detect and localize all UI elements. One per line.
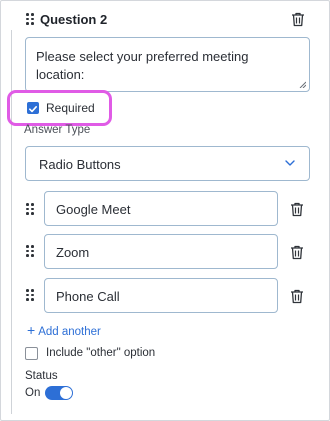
- left-divider: [11, 30, 12, 414]
- plus-icon: +: [27, 322, 36, 338]
- trash-icon[interactable]: [290, 202, 304, 217]
- toggle-knob: [60, 387, 72, 399]
- trash-icon[interactable]: [290, 245, 304, 260]
- chevron-down-icon: [285, 160, 295, 166]
- required-checkbox[interactable]: [27, 102, 39, 114]
- option-input[interactable]: Phone Call: [44, 278, 278, 313]
- trash-icon[interactable]: [290, 289, 304, 304]
- trash-icon[interactable]: [291, 12, 305, 27]
- status-label: Status: [25, 370, 58, 382]
- question-prompt-textarea[interactable]: Please select your preferred meeting loc…: [25, 37, 310, 92]
- status-value-label: On: [25, 387, 41, 399]
- answer-type-selected: Radio Buttons: [39, 157, 121, 172]
- add-another-button[interactable]: + Add another: [27, 322, 101, 338]
- resize-handle-icon[interactable]: [299, 81, 306, 88]
- required-label: Required: [46, 101, 95, 115]
- include-other-label: Include "other" option: [46, 347, 156, 359]
- drag-handle-icon[interactable]: [26, 203, 34, 215]
- checkmark-icon: [29, 106, 37, 113]
- option-input[interactable]: Zoom: [44, 234, 278, 269]
- drag-handle-icon[interactable]: [26, 13, 34, 25]
- include-other-checkbox[interactable]: [25, 347, 38, 360]
- status-toggle[interactable]: [45, 386, 73, 400]
- drag-handle-icon[interactable]: [26, 289, 34, 301]
- drag-handle-icon[interactable]: [26, 245, 34, 257]
- question-title: Question 2: [40, 12, 108, 27]
- question-prompt-text: Please select your preferred meeting loc…: [36, 49, 249, 82]
- add-another-label: Add another: [38, 326, 101, 338]
- option-input[interactable]: Google Meet: [44, 191, 278, 226]
- answer-type-select[interactable]: Radio Buttons: [25, 146, 310, 181]
- answer-type-label: Answer Type: [24, 124, 91, 136]
